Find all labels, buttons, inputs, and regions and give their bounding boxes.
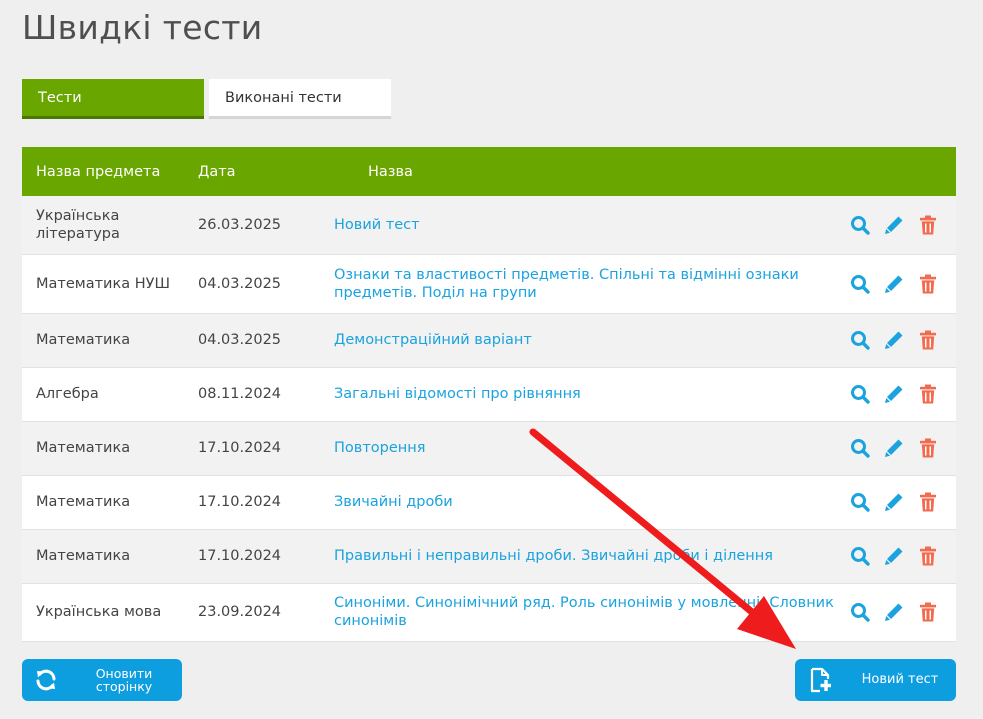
edit-icon[interactable] xyxy=(884,438,904,458)
new-test-label: Новий тест xyxy=(861,672,939,687)
edit-icon[interactable] xyxy=(884,384,904,404)
edit-icon[interactable] xyxy=(884,274,904,294)
subject-cell: Математика НУШ xyxy=(22,254,198,314)
date-cell: 17.10.2024 xyxy=(198,421,334,476)
delete-icon[interactable] xyxy=(918,546,938,566)
actions-cell xyxy=(834,367,956,422)
date-cell: 04.03.2025 xyxy=(198,254,334,314)
delete-icon[interactable] xyxy=(918,438,938,458)
tab-tests[interactable]: Тести xyxy=(22,79,204,119)
view-icon[interactable] xyxy=(850,546,870,566)
delete-icon[interactable] xyxy=(918,384,938,404)
column-header-subject[interactable]: Назва предмета xyxy=(22,147,198,196)
delete-icon[interactable] xyxy=(918,602,938,622)
subject-cell: Алгебра xyxy=(22,367,198,422)
table-row: Алгебра 08.11.2024 Загальні відомості про … xyxy=(22,367,956,422)
delete-icon[interactable] xyxy=(918,330,938,350)
new-test-button[interactable]: Новий тест xyxy=(795,659,956,701)
test-name-link[interactable]: Повторення xyxy=(334,440,425,456)
edit-icon[interactable] xyxy=(884,215,904,235)
test-name-link[interactable]: Новий тест xyxy=(334,217,420,233)
page-title: Швидкі тести xyxy=(22,8,263,47)
subject-cell: Українська література xyxy=(22,196,198,255)
date-cell: 04.03.2025 xyxy=(198,313,334,368)
date-cell: 17.10.2024 xyxy=(198,529,334,584)
delete-icon[interactable] xyxy=(918,274,938,294)
actions-cell xyxy=(834,475,956,530)
table-row: Математика 04.03.2025 Демонстраційний варі… xyxy=(22,313,956,368)
name-cell: Повторення xyxy=(334,421,834,476)
table-row: Математика НУШ 04.03.2025 Ознаки та власти… xyxy=(22,254,956,314)
actions-cell xyxy=(834,529,956,584)
test-name-link[interactable]: Звичайні дроби xyxy=(334,494,453,510)
edit-icon[interactable] xyxy=(884,602,904,622)
tabs: Тести Виконані тести xyxy=(22,79,391,119)
column-header-name[interactable]: Назва xyxy=(334,147,834,196)
date-cell: 08.11.2024 xyxy=(198,367,334,422)
delete-icon[interactable] xyxy=(918,492,938,512)
view-icon[interactable] xyxy=(850,492,870,512)
tests-table: Назва предмета Дата Назва Українська літ… xyxy=(22,147,956,642)
subject-cell: Українська мова xyxy=(22,583,198,642)
edit-icon[interactable] xyxy=(884,330,904,350)
table-row: Українська мова 23.09.2024 Синоніми. Синон… xyxy=(22,583,956,642)
edit-icon[interactable] xyxy=(884,546,904,566)
edit-icon[interactable] xyxy=(884,492,904,512)
test-name-link[interactable]: Загальні відомості про рівняння xyxy=(334,386,581,402)
column-header-date[interactable]: Дата xyxy=(198,147,334,196)
name-cell: Ознаки та властивості предметів. Спільні… xyxy=(334,254,834,314)
date-cell: 26.03.2025 xyxy=(198,196,334,255)
test-name-link[interactable]: Правильні і неправильні дроби. Звичайні … xyxy=(334,548,773,564)
view-icon[interactable] xyxy=(850,215,870,235)
name-cell: Звичайні дроби xyxy=(334,475,834,530)
test-name-link[interactable]: Ознаки та властивості предметів. Спільні… xyxy=(334,267,799,301)
tab-completed-tests[interactable]: Виконані тести xyxy=(209,79,391,119)
column-header-actions xyxy=(834,147,956,196)
refresh-page-label: Оновити сторінку xyxy=(95,666,153,694)
subject-cell: Математика xyxy=(22,313,198,368)
view-icon[interactable] xyxy=(850,602,870,622)
date-cell: 23.09.2024 xyxy=(198,583,334,642)
date-cell: 17.10.2024 xyxy=(198,475,334,530)
view-icon[interactable] xyxy=(850,274,870,294)
table-row: Математика 17.10.2024 Звичайні дроби xyxy=(22,475,956,530)
name-cell: Новий тест xyxy=(334,196,834,255)
view-icon[interactable] xyxy=(850,438,870,458)
table-header-row: Назва предмета Дата Назва xyxy=(22,147,956,196)
name-cell: Синоніми. Синонімічний ряд. Роль синонім… xyxy=(334,583,834,642)
test-name-link[interactable]: Демонстраційний варіант xyxy=(334,332,532,348)
view-icon[interactable] xyxy=(850,330,870,350)
table-row: Українська література 26.03.2025 Новий тес… xyxy=(22,196,956,255)
name-cell: Загальні відомості про рівняння xyxy=(334,367,834,422)
table-row: Математика 17.10.2024 Повторення xyxy=(22,421,956,476)
name-cell: Правильні і неправильні дроби. Звичайні … xyxy=(334,529,834,584)
view-icon[interactable] xyxy=(850,384,870,404)
actions-cell xyxy=(834,313,956,368)
new-document-icon xyxy=(810,667,831,693)
subject-cell: Математика xyxy=(22,421,198,476)
actions-cell xyxy=(834,583,956,642)
test-name-link[interactable]: Синоніми. Синонімічний ряд. Роль синонім… xyxy=(334,595,834,629)
actions-cell xyxy=(834,421,956,476)
table-row: Математика 17.10.2024 Правильні і неправил… xyxy=(22,529,956,584)
actions-cell xyxy=(834,254,956,314)
subject-cell: Математика xyxy=(22,529,198,584)
refresh-page-button[interactable]: Оновити сторінку xyxy=(22,659,182,701)
subject-cell: Математика xyxy=(22,475,198,530)
actions-cell xyxy=(834,196,956,255)
delete-icon[interactable] xyxy=(918,215,938,235)
name-cell: Демонстраційний варіант xyxy=(334,313,834,368)
refresh-icon xyxy=(36,669,56,691)
